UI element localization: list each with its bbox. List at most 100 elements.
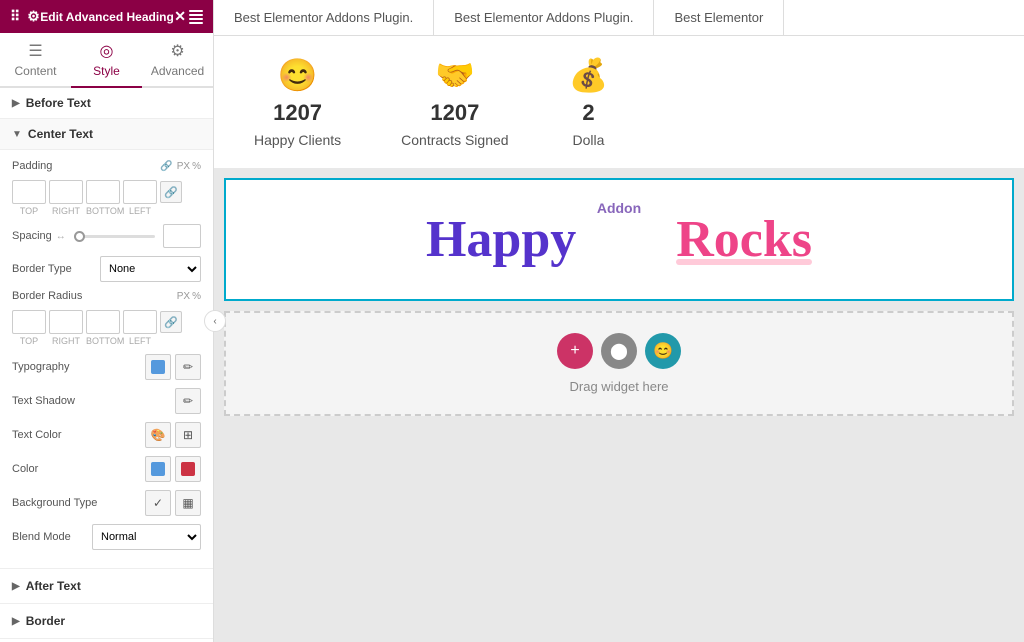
background-type-label: Background Type bbox=[12, 497, 145, 509]
content-tab-icon: ☰ bbox=[28, 41, 42, 61]
color-red-btn[interactable] bbox=[175, 456, 201, 482]
border-arrow: ▶ bbox=[12, 616, 20, 627]
border-label: Border bbox=[26, 614, 65, 628]
rocks-text: Rocks bbox=[676, 210, 812, 269]
panel-collapse-btn[interactable]: ‹ bbox=[204, 310, 226, 332]
featured-heading-area[interactable]: Addon Happy Rocks bbox=[224, 178, 1014, 301]
padding-bottom[interactable] bbox=[86, 180, 120, 204]
border-radius-bottom[interactable] bbox=[86, 310, 120, 334]
panel-body: ▶ Before Text ▼ Center Text Padding 🔗 PX… bbox=[0, 88, 213, 642]
typography-color-btn[interactable] bbox=[145, 354, 171, 380]
after-text-label: After Text bbox=[26, 579, 81, 593]
color-red-swatch bbox=[181, 462, 195, 476]
color-swatch bbox=[151, 462, 165, 476]
color-picker-btn[interactable] bbox=[145, 456, 171, 482]
blend-mode-select[interactable]: Normal Multiply Screen Overlay bbox=[92, 524, 201, 550]
spacing-slider[interactable] bbox=[74, 235, 155, 238]
widget-icon-btn[interactable]: ⬤ bbox=[601, 333, 637, 369]
padding-inputs: 🔗 TOP RIGHT BOTTOM LEFT bbox=[12, 180, 201, 216]
border-radius-unit-pct[interactable]: % bbox=[192, 291, 201, 302]
text-color-grid-btn[interactable]: ⊞ bbox=[175, 422, 201, 448]
after-text-arrow: ▶ bbox=[12, 581, 20, 592]
happy-clients-label: Happy Clients bbox=[254, 132, 341, 148]
padding-label-left: LEFT bbox=[123, 206, 157, 216]
drag-label: Drag widget here bbox=[570, 379, 669, 394]
text-color-icon: 🎨 bbox=[151, 428, 166, 442]
menu-icon[interactable] bbox=[189, 10, 203, 24]
tab-advanced[interactable]: ⚙ Advanced bbox=[142, 33, 213, 86]
bg-type-grid-btn[interactable]: ▦ bbox=[175, 490, 201, 516]
border-radius-field-row: Border Radius PX % bbox=[12, 290, 201, 302]
bg-type-check-btn[interactable]: ✓ bbox=[145, 490, 171, 516]
contracts-label: Contracts Signed bbox=[401, 132, 508, 148]
addon-label: Addon bbox=[597, 200, 641, 216]
panel-title: Edit Advanced Heading bbox=[40, 10, 174, 24]
border-radius-link-btn[interactable]: 🔗 bbox=[160, 311, 182, 333]
tab-style[interactable]: ◎ Style bbox=[71, 33, 142, 88]
border-radius-label: Border Radius bbox=[12, 290, 92, 302]
settings-icon[interactable]: ⚙ bbox=[27, 8, 40, 25]
happy-clients-icon: 😊 bbox=[278, 56, 318, 94]
before-text-section[interactable]: ▶ Before Text bbox=[0, 88, 213, 119]
br-label-bottom: BOTTOM bbox=[86, 336, 120, 346]
border-radius-right[interactable] bbox=[49, 310, 83, 334]
close-icon[interactable]: ✕ bbox=[174, 8, 186, 25]
padding-label-top: TOP bbox=[12, 206, 46, 216]
add-widget-btn[interactable]: + bbox=[557, 333, 593, 369]
border-radius-unit-px[interactable]: PX bbox=[177, 291, 190, 302]
happy-clients-number: 1207 bbox=[273, 100, 322, 126]
drag-icons-group: + ⬤ 😊 bbox=[557, 333, 681, 369]
padding-right[interactable] bbox=[49, 180, 83, 204]
panel-tabs: ☰ Content ◎ Style ⚙ Advanced bbox=[0, 33, 213, 88]
dollar-number: 2 bbox=[582, 100, 594, 126]
padding-top[interactable] bbox=[12, 180, 46, 204]
style-tab-icon: ◎ bbox=[100, 41, 114, 61]
padding-field-row: Padding 🔗 PX % bbox=[12, 160, 201, 172]
padding-icon[interactable]: 🔗 bbox=[160, 161, 172, 172]
advanced-tab-icon: ⚙ bbox=[170, 41, 184, 61]
border-type-row: Border Type None Solid Dashed Dotted bbox=[12, 256, 201, 282]
tab-content[interactable]: ☰ Content bbox=[0, 33, 71, 86]
border-type-select[interactable]: None Solid Dashed Dotted bbox=[100, 256, 201, 282]
border-radius-left[interactable] bbox=[123, 310, 157, 334]
after-text-section[interactable]: ▶ After Text bbox=[0, 569, 213, 604]
text-color-picker-btn[interactable]: 🎨 bbox=[145, 422, 171, 448]
before-text-label: Before Text bbox=[26, 96, 91, 110]
color-label: Color bbox=[12, 463, 145, 475]
padding-unit-pct[interactable]: % bbox=[192, 161, 201, 172]
text-shadow-edit-btn[interactable]: ✏ bbox=[175, 388, 201, 414]
center-text-label: Center Text bbox=[28, 127, 93, 141]
top-card-0: Best Elementor Addons Plugin. bbox=[214, 0, 434, 35]
spacing-input[interactable] bbox=[163, 224, 201, 248]
blend-mode-row: Blend Mode Normal Multiply Screen Overla… bbox=[12, 524, 201, 550]
smiley-widget-btn[interactable]: 😊 bbox=[645, 333, 681, 369]
main-content: Best Elementor Addons Plugin. Best Eleme… bbox=[214, 0, 1024, 642]
padding-label-bottom: BOTTOM bbox=[86, 206, 120, 216]
text-color-row: Text Color 🎨 ⊞ bbox=[12, 422, 201, 448]
color-row: Color bbox=[12, 456, 201, 482]
content-tab-label: Content bbox=[14, 64, 56, 78]
contracts-icon: 🤝 bbox=[435, 56, 475, 94]
border-radius-inputs: 🔗 TOP RIGHT BOTTOM LEFT bbox=[12, 310, 201, 346]
br-label-left: LEFT bbox=[123, 336, 157, 346]
border-section[interactable]: ▶ Border bbox=[0, 604, 213, 639]
typography-edit-btn[interactable]: ✏ bbox=[175, 354, 201, 380]
before-text-arrow: ▶ bbox=[12, 98, 20, 109]
style-tab-label: Style bbox=[93, 64, 120, 78]
padding-unit-px[interactable]: PX bbox=[177, 161, 190, 172]
spacing-icon: ↔ bbox=[56, 231, 66, 242]
dollar-icon: 💰 bbox=[569, 56, 609, 94]
happy-text: Happy bbox=[426, 210, 576, 269]
border-radius-top[interactable] bbox=[12, 310, 46, 334]
text-shadow-row: Text Shadow ✏ bbox=[12, 388, 201, 414]
background-type-row: Background Type ✓ ▦ bbox=[12, 490, 201, 516]
drag-handle-icon[interactable]: ⠿ bbox=[10, 8, 20, 25]
border-type-label: Border Type bbox=[12, 263, 92, 275]
center-text-section[interactable]: ▼ Center Text bbox=[0, 119, 213, 150]
left-panel: ⠿ ⚙ Edit Advanced Heading ✕ ☰ Content bbox=[0, 0, 214, 642]
text-shadow-label: Text Shadow bbox=[12, 395, 175, 407]
padding-label: Padding bbox=[12, 160, 92, 172]
top-cards: Best Elementor Addons Plugin. Best Eleme… bbox=[214, 0, 1024, 36]
padding-left[interactable] bbox=[123, 180, 157, 204]
padding-link-btn[interactable]: 🔗 bbox=[160, 181, 182, 203]
